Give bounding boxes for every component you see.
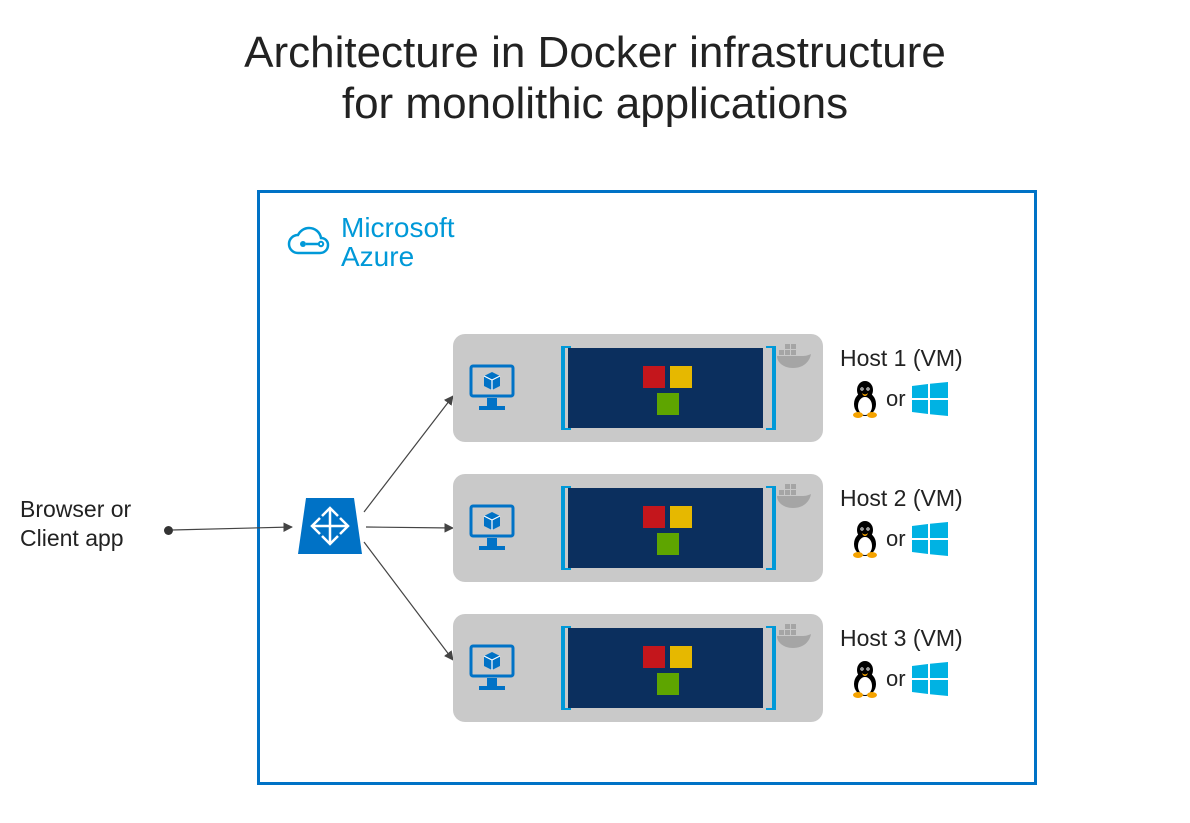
windows-icon xyxy=(912,382,948,416)
diagram-title: Architecture in Docker infrastructure fo… xyxy=(0,28,1190,129)
host-1-os: or xyxy=(850,380,948,418)
host-2-label: Host 2 (VM) xyxy=(840,485,963,512)
container-box xyxy=(568,348,763,428)
windows-icon xyxy=(912,662,948,696)
azure-logo: Microsoft Azure xyxy=(285,213,455,272)
linux-tux-icon xyxy=(850,520,880,558)
vm-icon xyxy=(467,642,517,692)
docker-whale-icon xyxy=(775,620,813,650)
host-3-label: Host 3 (VM) xyxy=(840,625,963,652)
azure-brand-line1: Microsoft xyxy=(341,212,455,243)
linux-tux-icon xyxy=(850,660,880,698)
module-yellow xyxy=(670,646,692,668)
azure-brand-line2: Azure xyxy=(341,241,414,272)
windows-icon xyxy=(912,522,948,556)
module-red xyxy=(643,506,665,528)
azure-brand-text: Microsoft Azure xyxy=(341,213,455,272)
container-box xyxy=(568,488,763,568)
module-yellow xyxy=(670,506,692,528)
docker-whale-icon xyxy=(775,480,813,510)
container-box xyxy=(568,628,763,708)
host-row-3 xyxy=(453,614,823,722)
module-yellow xyxy=(670,366,692,388)
load-balancer-icon xyxy=(298,498,362,554)
client-label-line2: Client app xyxy=(20,525,124,551)
host-1-label: Host 1 (VM) xyxy=(840,345,963,372)
module-red xyxy=(643,366,665,388)
vm-icon xyxy=(467,362,517,412)
host-row-1 xyxy=(453,334,823,442)
host-3-os: or xyxy=(850,660,948,698)
host-2-os: or xyxy=(850,520,948,558)
client-label: Browser or Client app xyxy=(20,495,131,553)
module-green xyxy=(657,533,679,555)
linux-tux-icon xyxy=(850,380,880,418)
module-green xyxy=(657,673,679,695)
host-row-2 xyxy=(453,474,823,582)
or-text: or xyxy=(886,386,906,412)
client-label-line1: Browser or xyxy=(20,496,131,522)
azure-cloud-icon xyxy=(285,224,333,260)
vm-icon xyxy=(467,502,517,552)
docker-whale-icon xyxy=(775,340,813,370)
title-line2: for monolithic applications xyxy=(342,79,848,128)
or-text: or xyxy=(886,526,906,552)
module-green xyxy=(657,393,679,415)
or-text: or xyxy=(886,666,906,692)
title-line1: Architecture in Docker infrastructure xyxy=(244,28,946,77)
client-origin-dot xyxy=(164,526,173,535)
module-red xyxy=(643,646,665,668)
